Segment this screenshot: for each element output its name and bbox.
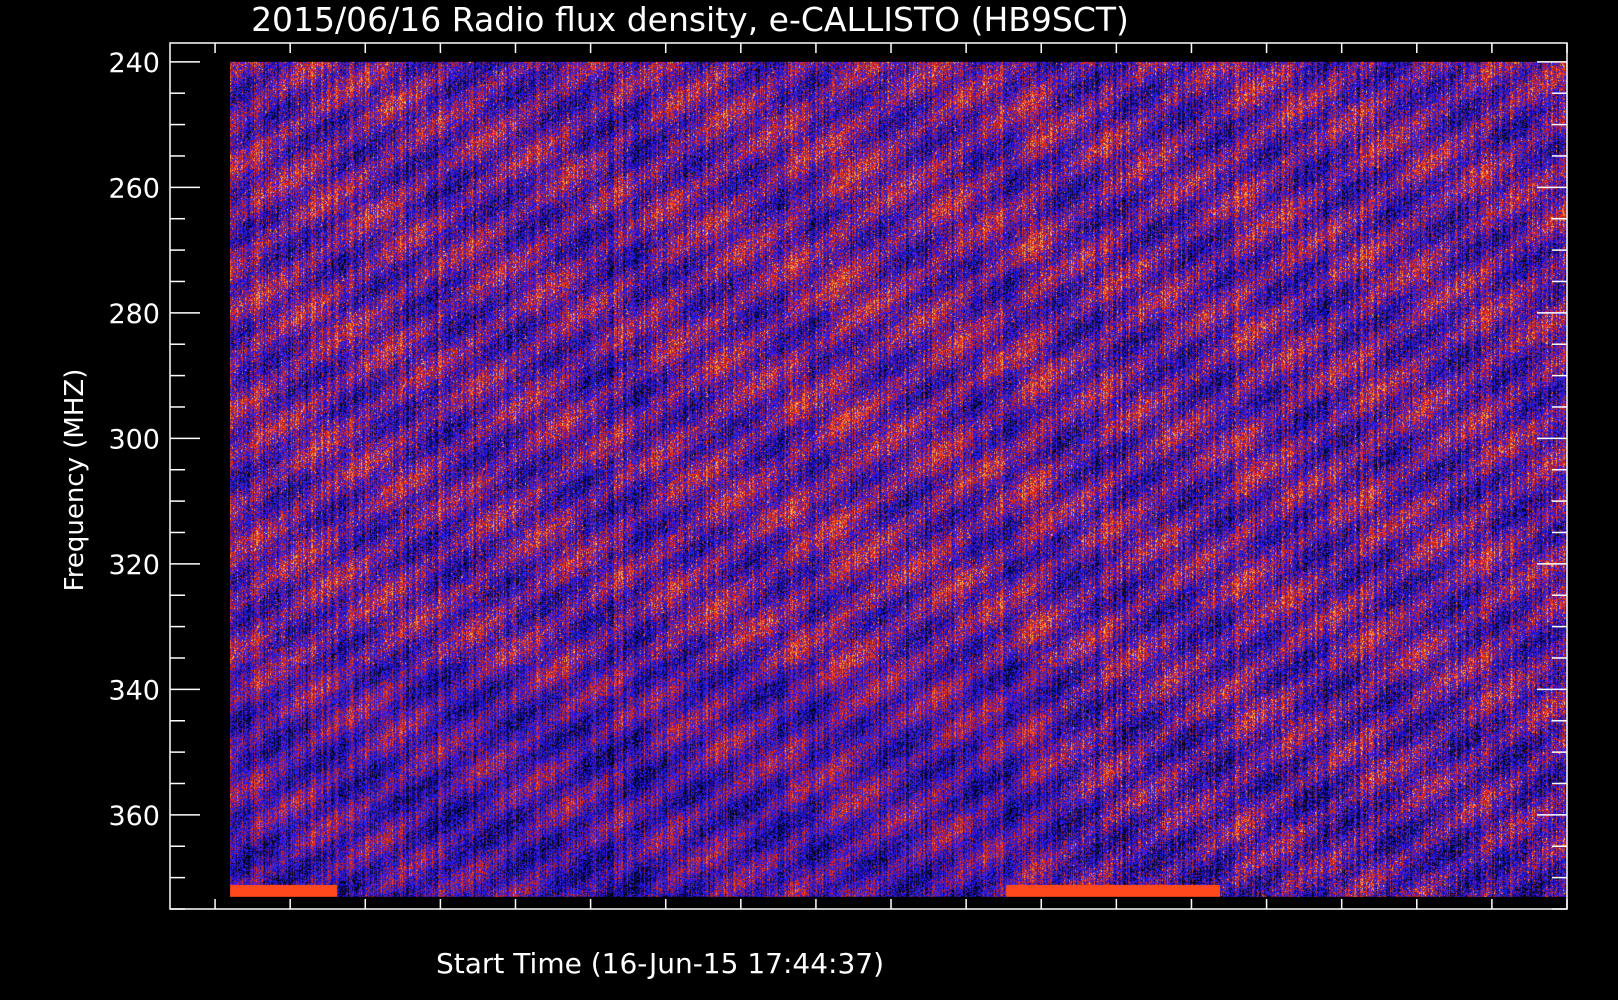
- y-tick-label: 320: [108, 550, 160, 581]
- spectrogram-chart: 2015/06/16 Radio flux density, e-CALLIST…: [60, 0, 1568, 980]
- y-tick-label: 300: [108, 424, 160, 455]
- y-tick-label: 280: [108, 299, 160, 330]
- chart-title: 2015/06/16 Radio flux density, e-CALLIST…: [251, 0, 1129, 39]
- y-tick-label: 360: [108, 801, 160, 832]
- y-tick-label: 240: [108, 48, 160, 79]
- y-tick-label: 340: [108, 675, 160, 706]
- heatmap-image: [230, 61, 1568, 897]
- y-tick-label: 260: [108, 173, 160, 204]
- y-axis-label: Frequency (MHZ): [60, 369, 90, 592]
- y-axis-tick-labels: 240 260 280 300 320 340 360: [108, 48, 160, 832]
- x-axis-label: Start Time (16-Jun-15 17:44:37): [436, 947, 884, 980]
